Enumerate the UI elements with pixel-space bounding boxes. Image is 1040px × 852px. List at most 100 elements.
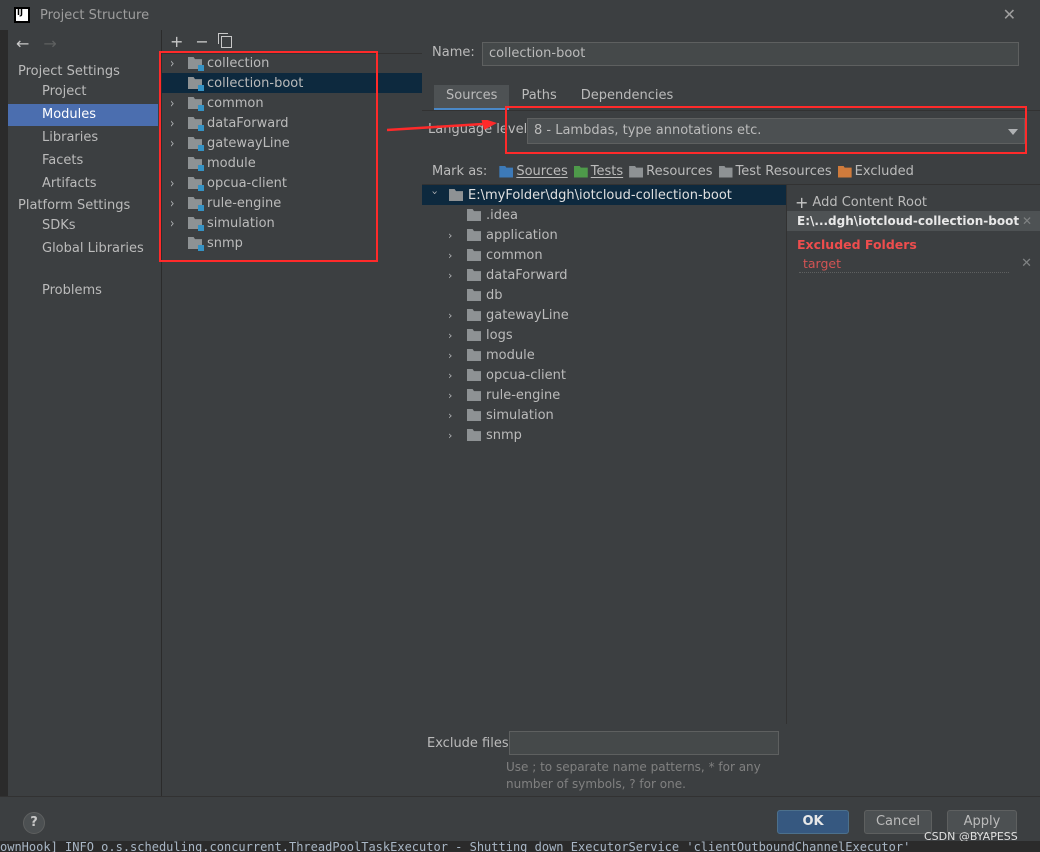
tree-row[interactable]: › snmp	[422, 425, 786, 445]
back-arrow-icon[interactable]: ←	[16, 34, 29, 53]
chevron-right-icon[interactable]: ›	[448, 369, 458, 382]
nav-arrows: ← →	[16, 34, 57, 53]
mark-sources-button[interactable]: Sources	[499, 164, 568, 179]
mark-as-label: Mark as:	[432, 164, 488, 179]
tree-label: opcua-client	[486, 367, 566, 383]
nav-item-global-libraries[interactable]: Global Libraries	[8, 238, 158, 260]
folder-icon	[467, 389, 481, 401]
remove-content-root-icon[interactable]: ✕	[1022, 211, 1032, 231]
folder-icon	[467, 409, 481, 421]
mark-excluded-button[interactable]: Excluded	[837, 164, 914, 179]
copy-module-icon[interactable]	[217, 32, 232, 48]
test-resources-folder-icon	[718, 165, 733, 178]
tests-folder-icon	[573, 165, 588, 178]
content-roots-panel: + Add Content Root E:\...dgh\iotcloud-co…	[787, 184, 1040, 796]
chevron-right-icon[interactable]: ›	[448, 389, 458, 402]
tree-label: module	[486, 347, 535, 363]
exclude-files-label: Exclude files:	[427, 736, 514, 751]
annotation-box-modules	[159, 51, 378, 262]
dotted-divider	[799, 272, 1009, 273]
tree-row[interactable]: › gatewayLine	[422, 305, 786, 325]
sources-folder-icon	[499, 165, 514, 178]
folder-icon	[467, 249, 481, 261]
add-module-icon[interactable]: +	[170, 32, 183, 51]
forward-arrow-icon[interactable]: →	[43, 34, 56, 53]
background-editor-margin	[0, 30, 8, 796]
exclude-files-input[interactable]	[509, 731, 779, 755]
ok-button[interactable]: OK	[777, 810, 849, 834]
tree-label: dataForward	[486, 267, 568, 283]
add-content-root-button[interactable]: + Add Content Root	[795, 193, 927, 212]
nav-item-problems[interactable]: Problems	[8, 280, 158, 302]
project-settings-heading: Project Settings	[18, 64, 120, 79]
chevron-right-icon[interactable]: ›	[448, 269, 458, 282]
tree-label: simulation	[486, 407, 554, 423]
chevron-right-icon[interactable]: ›	[448, 429, 458, 442]
tree-label: common	[486, 247, 543, 263]
tree-label: logs	[486, 327, 513, 343]
chevron-right-icon[interactable]: ›	[448, 249, 458, 262]
annotation-box-language-level	[505, 106, 1027, 154]
folder-icon	[467, 269, 481, 281]
folder-icon	[467, 429, 481, 441]
mark-test-resources-label: Test Resources	[735, 164, 832, 179]
close-icon[interactable]: ✕	[1003, 5, 1016, 24]
help-icon[interactable]: ?	[23, 812, 45, 834]
chevron-right-icon[interactable]: ›	[448, 229, 458, 242]
resources-folder-icon	[629, 165, 644, 178]
annotation-arrow	[387, 120, 497, 132]
chevron-down-icon[interactable]: ›	[429, 190, 442, 200]
content-root-header[interactable]: E:\...dgh\iotcloud-collection-boot ✕	[787, 211, 1040, 231]
window-title: Project Structure	[40, 7, 150, 23]
folder-icon	[467, 289, 481, 301]
tree-row[interactable]: › opcua-client	[422, 365, 786, 385]
tree-row[interactable]: › module	[422, 345, 786, 365]
tree-label: db	[486, 287, 503, 303]
chevron-right-icon[interactable]: ›	[448, 409, 458, 422]
tab-sources[interactable]: Sources	[434, 85, 510, 111]
excluded-folders-title: Excluded Folders	[797, 237, 917, 252]
nav-item-libraries[interactable]: Libraries	[8, 127, 158, 149]
mark-tests-button[interactable]: Tests	[573, 164, 624, 179]
intellij-app-icon	[14, 7, 30, 23]
chevron-right-icon[interactable]: ›	[448, 309, 458, 322]
remove-module-icon[interactable]: −	[195, 32, 208, 51]
folder-icon	[467, 209, 481, 221]
mark-excluded-label: Excluded	[854, 164, 914, 179]
tree-row[interactable]: › common	[422, 245, 786, 265]
title-bar: Project Structure ✕	[0, 0, 1040, 30]
module-name-input[interactable]: collection-boot	[482, 42, 1019, 66]
nav-item-modules[interactable]: Modules	[8, 104, 158, 126]
excluded-folder-icon	[837, 165, 852, 178]
tree-row[interactable]: › rule-engine	[422, 385, 786, 405]
content-root-path: E:\...dgh\iotcloud-collection-boot	[797, 214, 1020, 228]
chevron-right-icon[interactable]: ›	[448, 329, 458, 342]
nav-item-project[interactable]: Project	[8, 81, 158, 103]
mark-tests-label: Tests	[590, 164, 624, 179]
folder-icon	[467, 229, 481, 241]
cancel-button[interactable]: Cancel	[864, 810, 932, 834]
mark-sources-label: Sources	[516, 164, 568, 179]
tree-row[interactable]: › .idea	[422, 205, 786, 225]
tree-root-row[interactable]: › E:\myFolder\dgh\iotcloud-collection-bo…	[422, 185, 786, 205]
nav-item-sdks[interactable]: SDKs	[8, 215, 158, 237]
nav-item-facets[interactable]: Facets	[8, 150, 158, 172]
chevron-right-icon[interactable]: ›	[448, 349, 458, 362]
platform-settings-heading: Platform Settings	[18, 198, 131, 213]
tree-row[interactable]: › dataForward	[422, 265, 786, 285]
tree-label: .idea	[486, 207, 518, 223]
tree-row[interactable]: › db	[422, 285, 786, 305]
excluded-folder-item[interactable]: target	[803, 256, 841, 271]
tree-row[interactable]: › simulation	[422, 405, 786, 425]
add-content-root-label: Add Content Root	[812, 195, 927, 210]
mark-resources-button[interactable]: Resources	[629, 164, 713, 179]
settings-navigation: ← → Project Settings Project Modules Lib…	[8, 30, 161, 796]
nav-item-artifacts[interactable]: Artifacts	[8, 173, 158, 195]
tree-label: gatewayLine	[486, 307, 569, 323]
tree-row[interactable]: › logs	[422, 325, 786, 345]
tree-label: rule-engine	[486, 387, 561, 403]
remove-excluded-icon[interactable]: ✕	[1021, 256, 1032, 271]
tree-root-label: E:\myFolder\dgh\iotcloud-collection-boot	[468, 187, 732, 203]
mark-test-resources-button[interactable]: Test Resources	[718, 164, 832, 179]
tree-row[interactable]: › application	[422, 225, 786, 245]
